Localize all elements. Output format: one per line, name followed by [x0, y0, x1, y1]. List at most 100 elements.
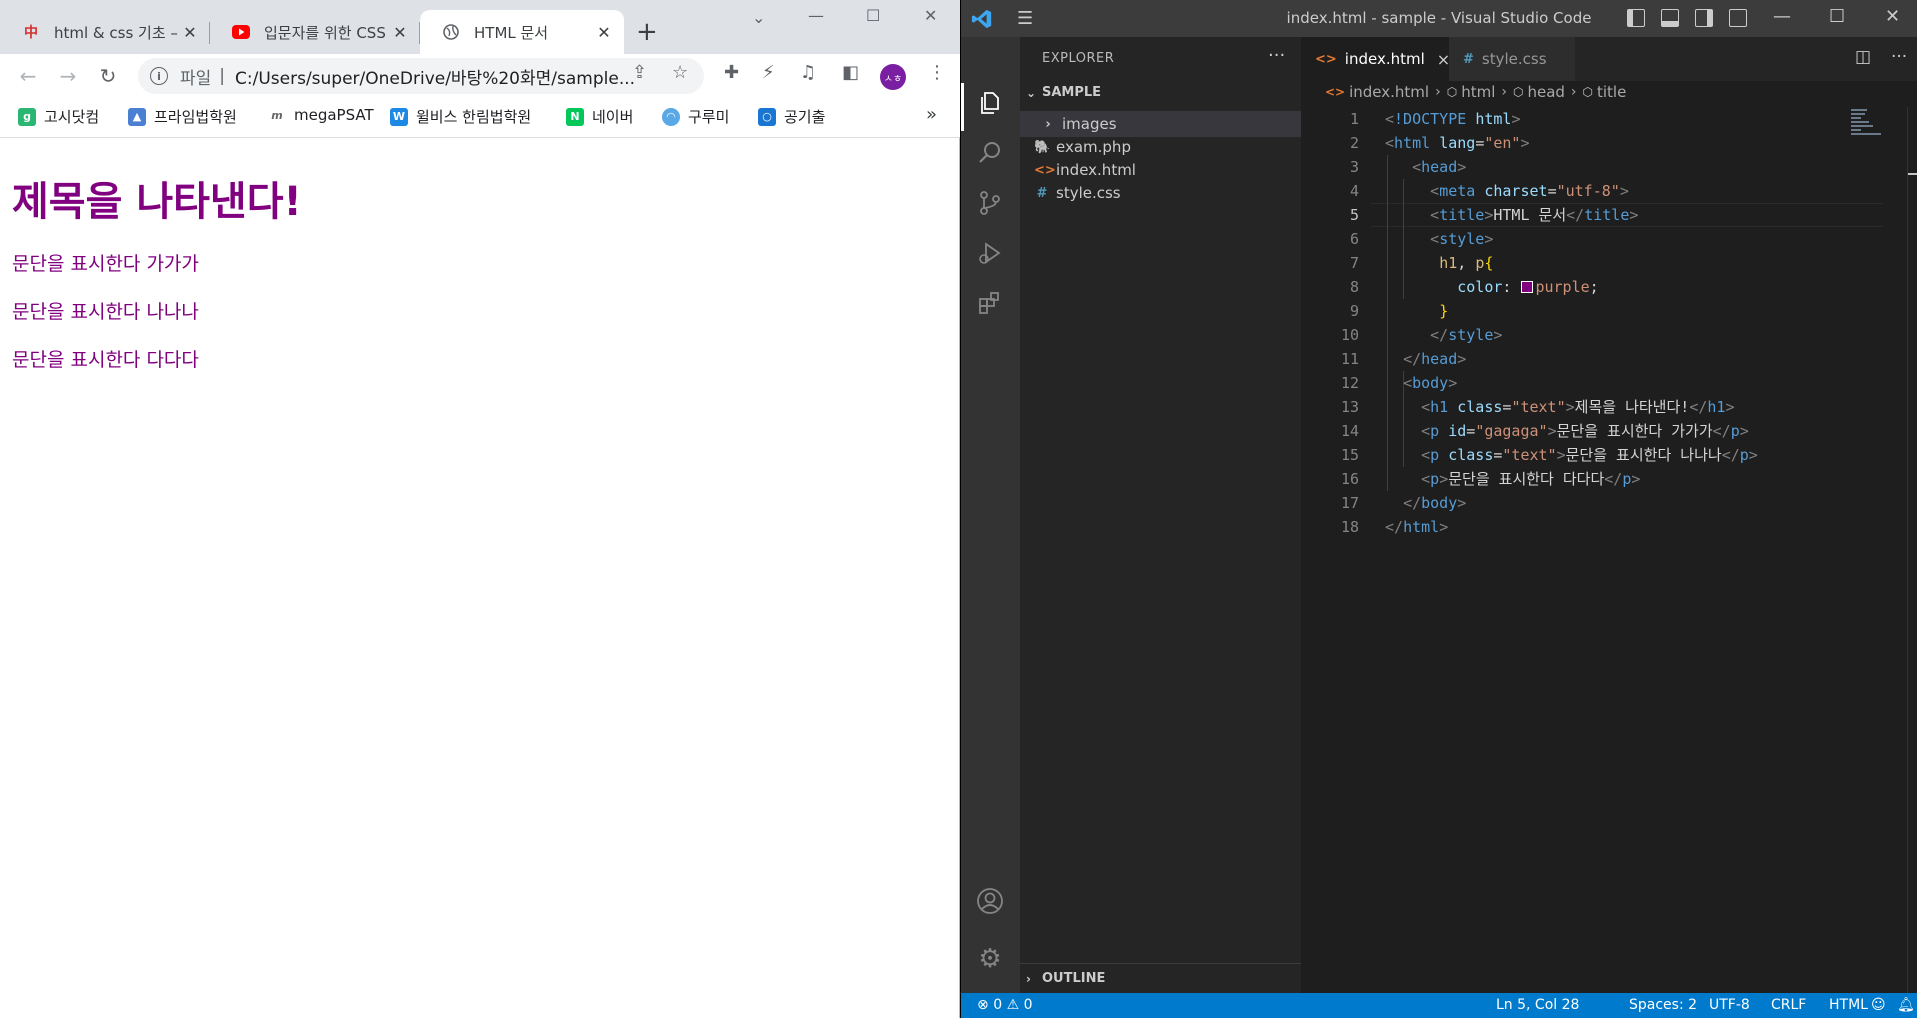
gonggi-icon: ○	[758, 107, 776, 126]
breadcrumb-file[interactable]: <> index.html	[1325, 83, 1429, 101]
close-window-icon[interactable]: ✕	[924, 6, 937, 25]
breadcrumb-title[interactable]: ⬡ title	[1583, 83, 1627, 101]
media-control-icon[interactable]: ♫	[800, 62, 816, 83]
bookmark-goshi[interactable]: g 고시닷컴	[18, 106, 99, 127]
toggle-secondary-sidebar-icon[interactable]	[1695, 9, 1713, 27]
extension-icon[interactable]: ⚡	[762, 62, 775, 83]
info-icon[interactable]: i	[150, 67, 168, 85]
run-debug-icon[interactable]	[974, 237, 1006, 269]
line-number: 17	[1340, 494, 1359, 512]
line-number: 7	[1349, 254, 1359, 272]
customize-layout-icon[interactable]	[1729, 9, 1747, 27]
extensions-icon[interactable]: ✚	[724, 62, 739, 83]
back-icon[interactable]: ←	[14, 62, 42, 90]
problems-indicator[interactable]: ⊗ 0 ⚠ 0	[977, 997, 1033, 1013]
explorer-icon[interactable]	[974, 87, 1006, 119]
editor-tab-index-html[interactable]: <> index.html ×	[1301, 37, 1450, 81]
code-line-8: color: purple;	[1457, 278, 1599, 296]
more-actions-icon[interactable]: ···	[1891, 47, 1907, 67]
share-icon[interactable]: ⇪	[632, 62, 647, 83]
end-of-line[interactable]: CRLF	[1771, 997, 1806, 1013]
browser-window: 中 html & css 기초 – ✕ 입문자를 위한 CSS ✕ HTML 문…	[0, 0, 960, 1018]
accounts-icon[interactable]	[974, 885, 1006, 917]
close-tab-icon[interactable]: ✕	[180, 23, 200, 42]
paragraph-3: 문단을 표시한다 다다다	[12, 349, 199, 371]
breadcrumb-head[interactable]: ⬡ head	[1513, 83, 1565, 101]
line-number: 18	[1340, 518, 1359, 536]
cursor-position[interactable]: Ln 5, Col 28	[1496, 997, 1579, 1013]
forward-icon[interactable]: →	[54, 62, 82, 90]
browser-tab-youtube[interactable]: 입문자를 위한 CSS ✕	[210, 10, 420, 54]
editor-tab-style-css[interactable]: # style.css	[1449, 37, 1575, 81]
line-number: 1	[1349, 110, 1359, 128]
browser-tab-html-document[interactable]: HTML 문서 ✕	[420, 10, 624, 54]
chevron-right-icon: ›	[1570, 84, 1577, 100]
extensions-icon[interactable]	[974, 287, 1006, 319]
bookmark-gooroomee[interactable]: ◠ 구루미	[662, 106, 729, 127]
code-line-5: <title>HTML 문서</title>	[1430, 206, 1639, 224]
minimap-line	[1851, 109, 1867, 111]
editor-area: <> index.html × # style.css ◫ ··· <> ind…	[1301, 37, 1917, 993]
more-actions-icon[interactable]: ···	[1268, 45, 1285, 66]
bookmark-label: 윌비스 한림법학원	[416, 108, 532, 126]
breadcrumb-html[interactable]: ⬡ html	[1447, 83, 1496, 101]
language-mode[interactable]: HTML	[1829, 997, 1868, 1013]
editor-scrollbar[interactable]	[1907, 107, 1917, 993]
close-window-icon[interactable]: ✕	[1885, 6, 1900, 27]
tree-item-style-css[interactable]: # style.css	[1020, 180, 1301, 206]
source-control-icon[interactable]	[974, 187, 1006, 219]
minimize-icon[interactable]: —	[1773, 6, 1791, 27]
chevron-right-icon: ›	[1045, 116, 1051, 132]
code-line-18: </html>	[1385, 518, 1449, 536]
encoding[interactable]: UTF-8	[1709, 997, 1750, 1013]
address-bar[interactable]: i 파일 | C:/Users/super/OneDrive/바탕%20화면/s…	[138, 58, 704, 94]
side-panel-icon[interactable]: ◧	[842, 62, 859, 83]
minimap-line	[1851, 129, 1861, 131]
bookmark-gonggi[interactable]: ○ 공기출	[758, 106, 825, 127]
reload-icon[interactable]: ↻	[94, 62, 122, 90]
new-tab-button[interactable]: +	[636, 18, 658, 46]
bookmark-megapsat[interactable]: m megaPSAT	[268, 106, 374, 124]
bookmark-naver[interactable]: N 네이버	[566, 106, 633, 127]
folder-header-sample[interactable]: ⌄ SAMPLE	[1026, 85, 1101, 100]
web-page-content: 제목을 나타낸다! 문단을 표시한다 가가가 문단을 표시한다 나나나 문단을 …	[0, 139, 959, 1018]
address-separator: |	[219, 66, 226, 86]
split-editor-icon[interactable]: ◫	[1855, 47, 1871, 67]
minimize-icon[interactable]: —	[808, 6, 824, 25]
menu-kebab-icon[interactable]: ⋮	[928, 62, 946, 83]
breadcrumb: <> index.html › ⬡ html › ⬡ head › ⬡ titl…	[1301, 81, 1917, 103]
maximize-icon[interactable]: ☐	[866, 6, 880, 25]
toggle-primary-sidebar-icon[interactable]	[1627, 9, 1645, 27]
element-icon: ⬡	[1582, 85, 1593, 99]
bookmarks-overflow-button[interactable]: »	[926, 104, 937, 125]
youtube-icon	[232, 23, 250, 41]
minimap-line	[1851, 117, 1861, 119]
warning-icon: ⚠	[1006, 997, 1020, 1013]
browser-tab-html-css[interactable]: 中 html & css 기초 – ✕	[0, 10, 210, 54]
feedback-icon[interactable]: ☺	[1871, 997, 1886, 1013]
avatar[interactable]: ㅅㅎ	[880, 64, 906, 90]
tree-item-label: images	[1062, 115, 1117, 133]
indentation[interactable]: Spaces: 2	[1629, 997, 1697, 1013]
close-tab-icon[interactable]: ✕	[390, 23, 410, 42]
code-line-4: <meta charset="utf-8">	[1430, 182, 1629, 200]
chevron-right-icon: ›	[1501, 84, 1507, 100]
settings-gear-icon[interactable]: ⚙	[974, 943, 1006, 975]
bookmark-star-icon[interactable]: ☆	[672, 62, 688, 83]
bookmark-prime[interactable]: ▲ 프라임법학원	[128, 106, 237, 127]
search-icon[interactable]	[974, 137, 1006, 169]
chevron-down-icon: ⌄	[1026, 85, 1037, 100]
close-tab-icon[interactable]: ✕	[594, 23, 614, 42]
code-line-1: <!DOCTYPE html>	[1385, 110, 1521, 128]
minimap-line	[1851, 125, 1873, 127]
notifications-bell-icon[interactable]: 🔔︎	[1897, 997, 1915, 1013]
color-swatch[interactable]	[1521, 281, 1534, 293]
code-editor[interactable]: 1 2 3 4 5 6 7 8 9 10 11 12 13 14 15 16 1…	[1301, 107, 1883, 967]
toggle-panel-icon[interactable]	[1661, 9, 1679, 27]
tab-strip: 中 html & css 기초 – ✕ 입문자를 위한 CSS ✕ HTML 문…	[0, 0, 960, 54]
tab-label: index.html	[1344, 50, 1425, 68]
maximize-icon[interactable]: ☐	[1829, 6, 1845, 27]
outline-section-header[interactable]: › OUTLINE	[1026, 971, 1105, 986]
tab-search-icon[interactable]: ⌄	[752, 8, 765, 27]
bookmark-willbes[interactable]: W 윌비스 한림법학원	[390, 106, 531, 127]
